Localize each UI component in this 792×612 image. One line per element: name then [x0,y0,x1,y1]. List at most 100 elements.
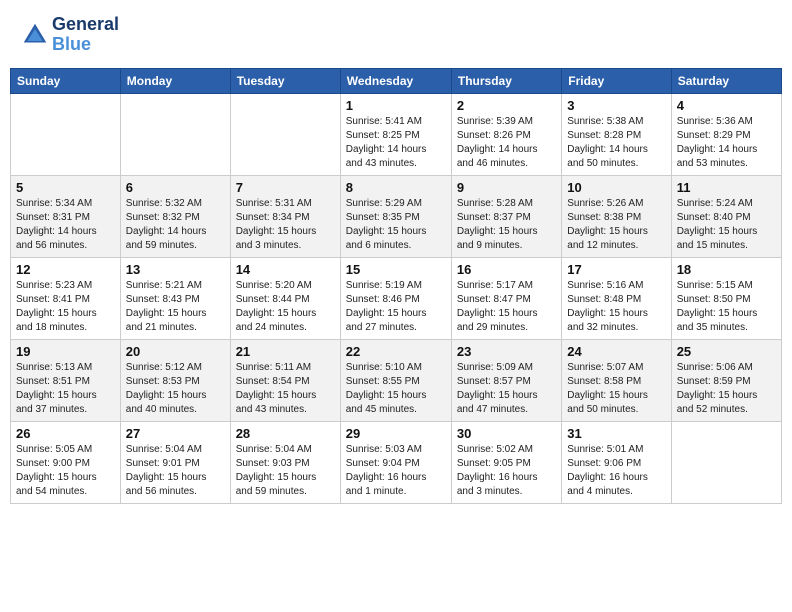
calendar-cell: 25Sunrise: 5:06 AM Sunset: 8:59 PM Dayli… [671,339,781,421]
day-number: 16 [457,262,556,277]
day-number: 24 [567,344,665,359]
day-info: Sunrise: 5:16 AM Sunset: 8:48 PM Dayligh… [567,279,665,335]
day-of-week-header: Wednesday [340,68,451,93]
calendar-week-row: 26 Sunrise: 5:05 AM Sunset: 9:00 PM Dayli… [11,421,782,503]
calendar-cell: 16 Sunrise: 5:17 AM Sunset: 8:47 PM Dayli… [451,257,561,339]
calendar-cell: 19 Sunrise: 5:13 AM Sunset: 8:51 PM Dayli… [11,339,121,421]
day-number: 29 [346,426,446,441]
day-number: 12 [16,262,115,277]
calendar: SundayMondayTuesdayWednesdayThursdayFrid… [10,68,782,504]
calendar-cell: 17 Sunrise: 5:16 AM Sunset: 8:48 PM Dayli… [562,257,671,339]
calendar-cell: 6Sunrise: 5:32 AM Sunset: 8:32 PM Daylig… [120,175,230,257]
day-number: 30 [457,426,556,441]
day-number: 9 [457,180,556,195]
day-info: Sunrise: 5:13 AM Sunset: 8:51 PM Dayligh… [16,361,115,417]
day-info: Sunrise: 5:23 AM Sunset: 8:41 PM Dayligh… [16,279,115,335]
header: General Blue [10,10,782,60]
day-info: Sunrise: 5:41 AM Sunset: 8:25 PM Dayligh… [346,115,446,171]
day-info: Sunrise: 5:28 AM Sunset: 8:37 PM Dayligh… [457,197,556,253]
calendar-cell: 28 Sunrise: 5:04 AM Sunset: 9:03 PM Dayli… [230,421,340,503]
calendar-week-row: 12 Sunrise: 5:23 AM Sunset: 8:41 PM Dayli… [11,257,782,339]
day-number: 11 [677,180,776,195]
day-info: Sunrise: 5:01 AM Sunset: 9:06 PM Dayligh… [567,443,665,499]
day-info: Sunrise: 5:07 AM Sunset: 8:58 PM Dayligh… [567,361,665,417]
day-info: Sunrise: 5:36 AM Sunset: 8:29 PM Dayligh… [677,115,776,171]
calendar-cell [120,93,230,175]
calendar-cell: 11Sunrise: 5:24 AM Sunset: 8:40 PM Dayli… [671,175,781,257]
day-info: Sunrise: 5:05 AM Sunset: 9:00 PM Dayligh… [16,443,115,499]
day-number: 2 [457,98,556,113]
calendar-cell: 23 Sunrise: 5:09 AM Sunset: 8:57 PM Dayli… [451,339,561,421]
day-info: Sunrise: 5:29 AM Sunset: 8:35 PM Dayligh… [346,197,446,253]
calendar-cell: 14 Sunrise: 5:20 AM Sunset: 8:44 PM Dayli… [230,257,340,339]
day-number: 28 [236,426,335,441]
day-info: Sunrise: 5:39 AM Sunset: 8:26 PM Dayligh… [457,115,556,171]
day-number: 25 [677,344,776,359]
calendar-week-row: 5 Sunrise: 5:34 AM Sunset: 8:31 PM Daylig… [11,175,782,257]
day-of-week-header: Tuesday [230,68,340,93]
day-info: Sunrise: 5:04 AM Sunset: 9:01 PM Dayligh… [126,443,225,499]
calendar-cell: 20 Sunrise: 5:12 AM Sunset: 8:53 PM Dayli… [120,339,230,421]
day-number: 5 [16,180,115,195]
day-info: Sunrise: 5:21 AM Sunset: 8:43 PM Dayligh… [126,279,225,335]
day-number: 22 [346,344,446,359]
calendar-week-row: 19 Sunrise: 5:13 AM Sunset: 8:51 PM Dayli… [11,339,782,421]
day-number: 7 [236,180,335,195]
calendar-cell: 13 Sunrise: 5:21 AM Sunset: 8:43 PM Dayli… [120,257,230,339]
day-of-week-header: Friday [562,68,671,93]
days-of-week-row: SundayMondayTuesdayWednesdayThursdayFrid… [11,68,782,93]
logo-text: General Blue [52,15,119,55]
day-number: 4 [677,98,776,113]
day-number: 23 [457,344,556,359]
day-number: 6 [126,180,225,195]
calendar-cell: 12 Sunrise: 5:23 AM Sunset: 8:41 PM Dayli… [11,257,121,339]
day-info: Sunrise: 5:38 AM Sunset: 8:28 PM Dayligh… [567,115,665,171]
day-number: 20 [126,344,225,359]
day-of-week-header: Thursday [451,68,561,93]
calendar-cell: 1 Sunrise: 5:41 AM Sunset: 8:25 PM Daylig… [340,93,451,175]
day-number: 31 [567,426,665,441]
logo-icon [20,20,50,50]
day-info: Sunrise: 5:17 AM Sunset: 8:47 PM Dayligh… [457,279,556,335]
day-info: Sunrise: 5:09 AM Sunset: 8:57 PM Dayligh… [457,361,556,417]
calendar-body: 1 Sunrise: 5:41 AM Sunset: 8:25 PM Daylig… [11,93,782,503]
calendar-cell: 21Sunrise: 5:11 AM Sunset: 8:54 PM Dayli… [230,339,340,421]
calendar-cell: 5 Sunrise: 5:34 AM Sunset: 8:31 PM Daylig… [11,175,121,257]
day-number: 1 [346,98,446,113]
day-info: Sunrise: 5:10 AM Sunset: 8:55 PM Dayligh… [346,361,446,417]
calendar-cell: 8 Sunrise: 5:29 AM Sunset: 8:35 PM Daylig… [340,175,451,257]
calendar-cell [230,93,340,175]
calendar-cell: 27Sunrise: 5:04 AM Sunset: 9:01 PM Dayli… [120,421,230,503]
day-of-week-header: Monday [120,68,230,93]
logo: General Blue [20,15,119,55]
day-info: Sunrise: 5:31 AM Sunset: 8:34 PM Dayligh… [236,197,335,253]
day-number: 26 [16,426,115,441]
day-number: 13 [126,262,225,277]
calendar-cell: 10Sunrise: 5:26 AM Sunset: 8:38 PM Dayli… [562,175,671,257]
day-number: 14 [236,262,335,277]
day-number: 15 [346,262,446,277]
calendar-cell: 29Sunrise: 5:03 AM Sunset: 9:04 PM Dayli… [340,421,451,503]
calendar-cell: 3 Sunrise: 5:38 AM Sunset: 8:28 PM Daylig… [562,93,671,175]
calendar-cell: 7 Sunrise: 5:31 AM Sunset: 8:34 PM Daylig… [230,175,340,257]
calendar-cell [671,421,781,503]
calendar-cell: 4 Sunrise: 5:36 AM Sunset: 8:29 PM Daylig… [671,93,781,175]
calendar-cell [11,93,121,175]
day-number: 3 [567,98,665,113]
day-info: Sunrise: 5:04 AM Sunset: 9:03 PM Dayligh… [236,443,335,499]
day-info: Sunrise: 5:34 AM Sunset: 8:31 PM Dayligh… [16,197,115,253]
day-info: Sunrise: 5:12 AM Sunset: 8:53 PM Dayligh… [126,361,225,417]
calendar-cell: 9 Sunrise: 5:28 AM Sunset: 8:37 PM Daylig… [451,175,561,257]
calendar-header: SundayMondayTuesdayWednesdayThursdayFrid… [11,68,782,93]
day-of-week-header: Sunday [11,68,121,93]
day-number: 18 [677,262,776,277]
day-info: Sunrise: 5:11 AM Sunset: 8:54 PM Dayligh… [236,361,335,417]
day-info: Sunrise: 5:20 AM Sunset: 8:44 PM Dayligh… [236,279,335,335]
day-of-week-header: Saturday [671,68,781,93]
day-number: 8 [346,180,446,195]
day-number: 19 [16,344,115,359]
day-number: 17 [567,262,665,277]
calendar-cell: 24 Sunrise: 5:07 AM Sunset: 8:58 PM Dayli… [562,339,671,421]
calendar-cell: 2 Sunrise: 5:39 AM Sunset: 8:26 PM Daylig… [451,93,561,175]
calendar-week-row: 1 Sunrise: 5:41 AM Sunset: 8:25 PM Daylig… [11,93,782,175]
